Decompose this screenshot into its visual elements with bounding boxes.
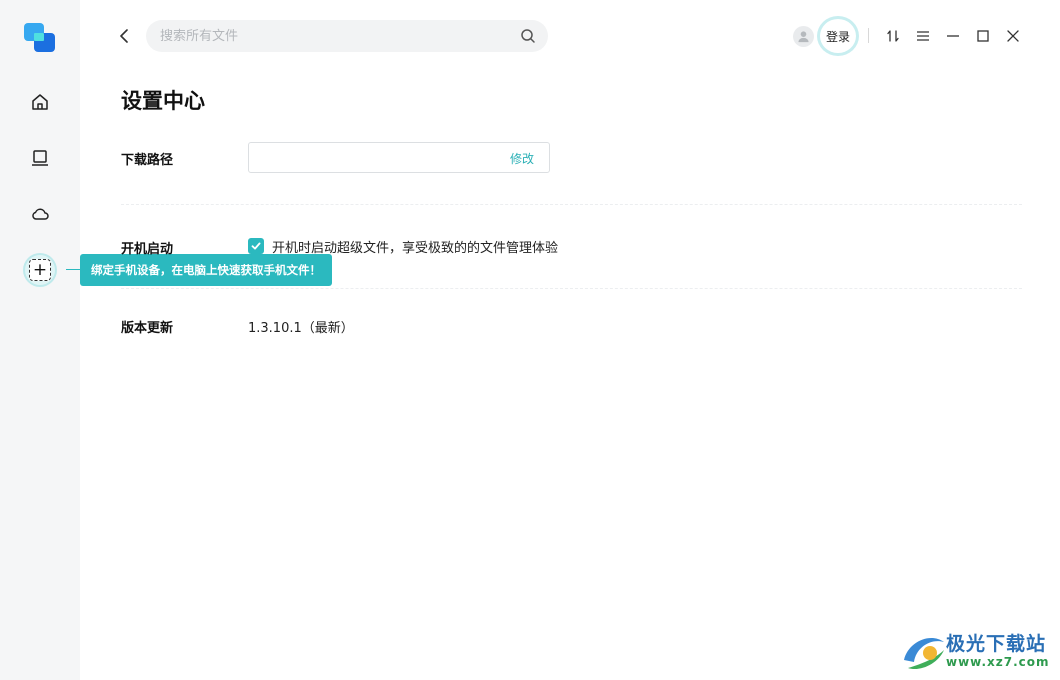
menu-button[interactable] [913, 26, 933, 46]
search-icon[interactable] [520, 28, 536, 44]
startup-option-text[interactable]: 开机时启动超级文件，享受极致的的文件管理体验 [272, 237, 558, 256]
download-path-field: 修改 [248, 142, 550, 173]
sidebar: + [0, 0, 80, 680]
maximize-icon [977, 30, 989, 42]
search-input[interactable] [160, 20, 510, 52]
chevron-left-icon [120, 29, 128, 43]
close-icon [1007, 30, 1019, 42]
cloud-icon [32, 208, 49, 220]
home-icon [32, 94, 48, 110]
add-device-highlight: + [25, 255, 55, 285]
user-icon [798, 31, 809, 43]
login-button[interactable]: 登录 [826, 28, 850, 45]
maximize-button[interactable] [973, 26, 993, 46]
watermark-url: www.xz7.com [946, 655, 1050, 669]
startup-checkbox[interactable] [248, 238, 264, 254]
section-divider [121, 204, 1022, 205]
back-button[interactable] [114, 25, 134, 47]
modify-path-button[interactable]: 修改 [510, 150, 534, 167]
plus-icon: + [32, 259, 48, 280]
download-path-input[interactable] [259, 143, 499, 172]
header-divider [868, 28, 869, 43]
sidebar-item-computer[interactable] [28, 146, 52, 170]
page-title: 设置中心 [121, 89, 205, 113]
minimize-button[interactable] [943, 26, 963, 46]
hamburger-menu-icon [917, 31, 929, 41]
laptop-icon [32, 150, 48, 166]
checkmark-icon [251, 242, 261, 250]
sort-arrows-icon [887, 30, 899, 42]
app-window: + 绑定手机设备，在电脑上快速获取手机文件！ 登录 [0, 0, 1060, 680]
watermark-brand: 极光下载站 [946, 633, 1047, 655]
bind-phone-tooltip: 绑定手机设备，在电脑上快速获取手机文件！ [66, 254, 332, 286]
transfer-button[interactable] [883, 26, 903, 46]
app-logo-icon [24, 23, 55, 52]
sidebar-item-cloud[interactable] [28, 202, 52, 226]
version-label: 版本更新 [121, 321, 174, 336]
minimize-icon [947, 35, 959, 37]
startup-label: 开机启动 [121, 242, 174, 257]
close-button[interactable] [1003, 26, 1023, 46]
version-value: 1.3.10.1（最新） [248, 321, 354, 336]
section-divider [121, 288, 1022, 289]
sidebar-item-home[interactable] [28, 90, 52, 114]
add-device-button[interactable]: + [29, 259, 51, 281]
download-path-label: 下载路径 [121, 153, 174, 168]
avatar[interactable] [793, 26, 814, 47]
login-highlight: 登录 [820, 19, 856, 53]
search-bar [146, 20, 548, 52]
